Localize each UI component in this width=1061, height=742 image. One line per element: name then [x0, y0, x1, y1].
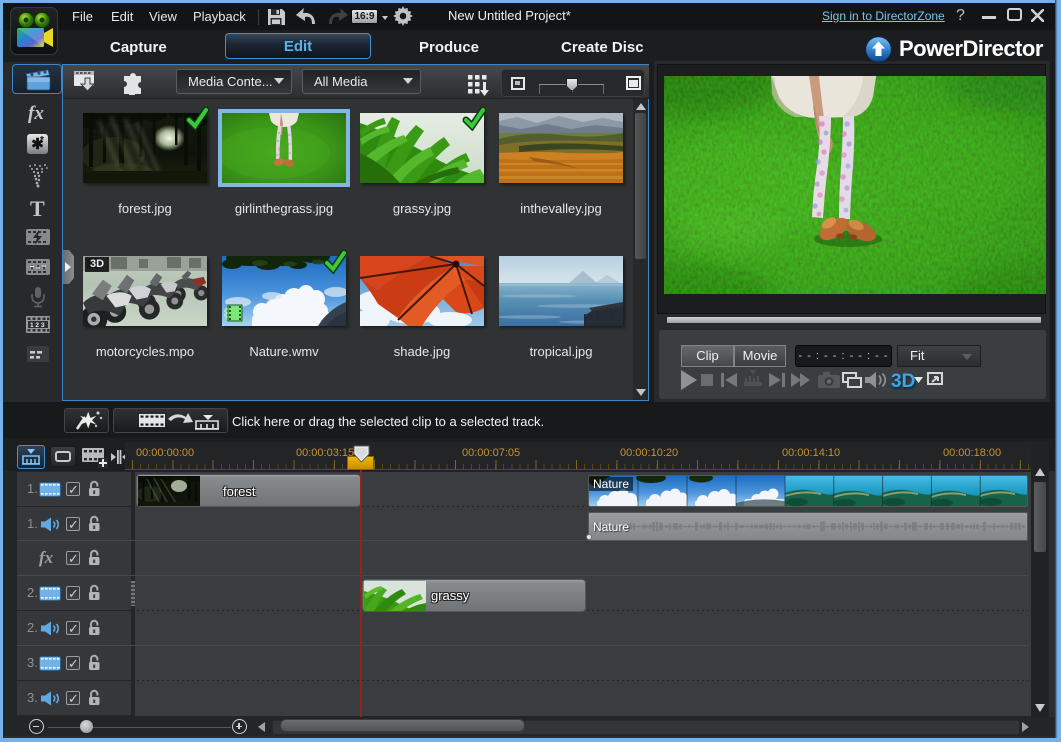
svg-text:3D: 3D: [891, 371, 915, 392]
svg-text:1 2 3: 1 2 3: [30, 322, 45, 329]
